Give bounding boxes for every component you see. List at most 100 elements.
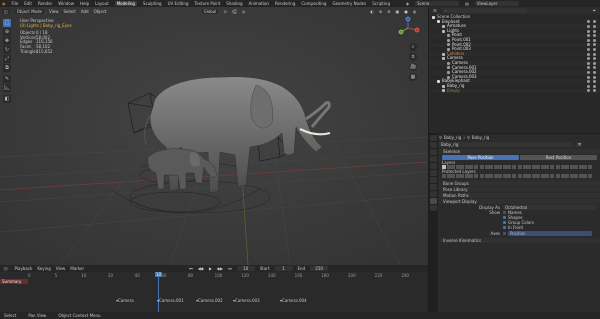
group-colors-checkbox[interactable] (503, 221, 506, 224)
navigation-gizmo[interactable]: X Y Z (396, 16, 420, 40)
workspace-tab-uv-editing[interactable]: UV Editing (168, 1, 189, 6)
fake-user-icon[interactable]: ⛨ (576, 141, 583, 147)
blender-logo-icon[interactable]: ◉ (2, 1, 6, 6)
snap-icon[interactable]: 🧲︎ (232, 9, 237, 14)
timeline-ruler[interactable]: 0 5 10 20 40 60 80 100 120 140 160 180 200 220 240 (28, 273, 428, 279)
eye-icon[interactable] (587, 43, 590, 47)
eye-icon[interactable] (587, 34, 590, 38)
motion-paths-panel-header[interactable]: Motion Paths (439, 193, 600, 198)
ortho-toggle-icon[interactable]: ▦ (409, 73, 417, 81)
overlay-toggle-icon[interactable]: ⊚ (387, 9, 390, 14)
menu-window[interactable]: Window (58, 1, 74, 6)
timeline-marker[interactable]: ▾Camera.004 (280, 298, 307, 303)
outliner-panel[interactable]: ☰ ⌕ ⏷ Scene Collection Elephant Armature L… (429, 7, 600, 133)
outliner-editor-type-icon[interactable]: ☰ (431, 8, 439, 13)
shading-solid-icon[interactable]: ● (404, 9, 408, 14)
world-tab-icon[interactable] (430, 170, 437, 176)
measure-tool-icon[interactable]: 📐︎ (3, 84, 11, 92)
eye-icon[interactable] (587, 84, 590, 88)
eye-icon[interactable] (587, 75, 590, 79)
outliner-search-input[interactable]: ⌕ (442, 8, 527, 13)
camera-render-icon[interactable] (593, 20, 596, 24)
eye-icon[interactable] (587, 57, 590, 61)
menu-help[interactable]: Help (80, 1, 89, 6)
armature-data-field[interactable]: Baby_rig (439, 141, 573, 147)
rest-position-button[interactable]: Rest Position (520, 155, 597, 160)
camera-render-icon[interactable] (593, 34, 596, 38)
select-tool-icon[interactable]: ⬚ (3, 19, 11, 27)
camera-render-icon[interactable] (593, 89, 596, 93)
camera-render-icon[interactable] (593, 66, 596, 70)
tool-tab-icon[interactable] (430, 135, 437, 141)
playhead-frame-badge[interactable]: 10 (155, 272, 162, 277)
eye-icon[interactable] (587, 29, 590, 33)
play-icon[interactable]: ▶ (209, 266, 212, 271)
pose-library-panel-header[interactable]: Pose Library (439, 187, 600, 192)
workspace-tab-shading[interactable]: Shading (226, 1, 242, 6)
modifier-tab-icon[interactable] (430, 184, 437, 190)
workspace-tab-animation[interactable]: Animation (249, 1, 269, 6)
menu-playback[interactable]: Playback (15, 266, 33, 271)
view-layer-selector[interactable]: ViewLayer (474, 1, 519, 6)
jump-end-icon[interactable]: ⏭ (228, 266, 232, 271)
axes-checkbox[interactable] (503, 231, 506, 235)
end-frame-field[interactable]: 250 (310, 266, 329, 271)
camera-render-icon[interactable] (593, 43, 596, 47)
camera-render-icon[interactable] (593, 57, 596, 61)
menu-marker[interactable]: Marker (70, 266, 84, 271)
timeline-marker[interactable]: ▾Camera.002 (196, 298, 223, 303)
inverse-kinematics-panel-header[interactable]: Inverse Kinematics (439, 238, 600, 243)
axes-position-slider[interactable]: Position (508, 230, 592, 236)
annotate-tool-icon[interactable]: ✎ (3, 75, 11, 83)
object-tab-icon[interactable] (430, 177, 437, 183)
names-checkbox[interactable] (503, 211, 506, 214)
gizmo-toggle-icon[interactable]: ⊕ (379, 9, 382, 14)
rotate-tool-icon[interactable]: ↻ (3, 46, 11, 54)
outliner-item[interactable]: Empty (429, 88, 600, 94)
menu-render[interactable]: Render (38, 1, 52, 6)
workspace-tab-scripting[interactable]: Scripting (372, 1, 390, 6)
workspace-tab-geometry-nodes[interactable]: Geometry Nodes (332, 1, 366, 6)
next-key-icon[interactable]: ◆▶ (217, 266, 223, 271)
menu-add[interactable]: Add (81, 9, 89, 14)
menu-object[interactable]: Object (94, 9, 107, 14)
timeline-marker[interactable]: ▾Camera.001 (157, 298, 184, 303)
transform-tool-icon[interactable]: ⧉ (3, 64, 11, 72)
menu-file[interactable]: File (12, 1, 19, 6)
shapes-checkbox[interactable] (503, 216, 506, 219)
menu-select[interactable]: Select (63, 9, 75, 14)
workspace-tab-compositing[interactable]: Compositing (301, 1, 326, 6)
visibility-icon[interactable]: ◐ (370, 9, 374, 14)
current-frame-field[interactable]: 10 (236, 266, 255, 271)
menu-keying[interactable]: Keying (37, 266, 50, 271)
pan-hand-icon[interactable]: ✋︎ (409, 53, 417, 61)
prev-key-icon[interactable]: ◀◆ (198, 266, 204, 271)
eye-icon[interactable] (587, 80, 590, 84)
playhead-line[interactable] (158, 272, 159, 312)
start-frame-field[interactable]: 1 (274, 266, 293, 271)
menu-view-timeline[interactable]: View (56, 266, 66, 271)
camera-render-icon[interactable] (593, 70, 596, 74)
render-tab-icon[interactable] (430, 142, 437, 148)
camera-render-icon[interactable] (593, 84, 596, 88)
editor-type-icon[interactable]: ◫ (2, 8, 10, 14)
menu-edit[interactable]: Edit (24, 1, 32, 6)
protected-layers-grid[interactable] (439, 174, 600, 178)
eye-icon[interactable] (587, 61, 590, 65)
view-layer-tab-icon[interactable] (430, 156, 437, 162)
move-tool-icon[interactable]: ✥ (3, 37, 11, 45)
filter-icon[interactable]: ⏷ (593, 8, 596, 13)
timeline-editor-type-icon[interactable]: ◷ (2, 266, 10, 271)
shading-material-icon[interactable]: ◍ (413, 9, 417, 14)
eye-icon[interactable] (587, 38, 590, 42)
bone-tab-icon[interactable] (430, 205, 437, 211)
cursor-tool-icon[interactable]: ⊕ (3, 28, 11, 36)
constraint-tab-icon[interactable] (430, 191, 437, 197)
scale-tool-icon[interactable]: ⤢ (3, 55, 11, 63)
camera-render-icon[interactable] (593, 75, 596, 79)
eye-icon[interactable] (587, 89, 590, 93)
timeline-marker[interactable]: ▾Camera (116, 298, 134, 303)
in-front-checkbox[interactable] (503, 226, 506, 229)
eye-icon[interactable] (587, 70, 590, 74)
display-as-select[interactable]: Octahedral (503, 204, 597, 210)
